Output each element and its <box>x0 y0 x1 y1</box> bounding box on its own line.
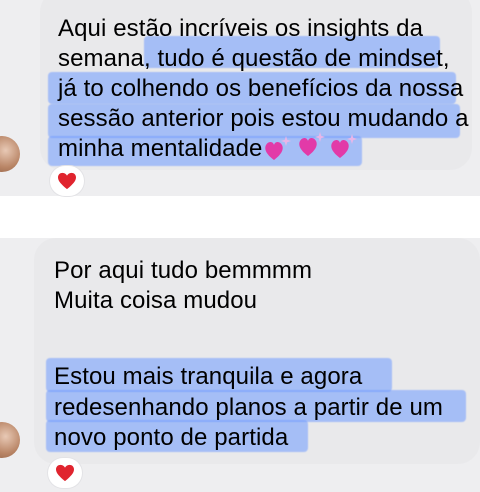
message-text-line: novo ponto de partida <box>54 424 289 451</box>
message-text-line: Por aqui tudo bemmmm <box>54 257 313 284</box>
message-text-line: semana, tudo é questão de mindset, <box>58 45 450 72</box>
message-text-line: redesenhando planos a partir de um <box>54 394 443 421</box>
message-text-line: minha mentalidade <box>58 135 263 162</box>
message-text-line: Aqui estão incríveis os insights da <box>58 15 424 42</box>
heart-icon <box>56 464 74 482</box>
message-text-line: sessão anterior pois estou mudando a <box>58 105 469 132</box>
message-text-line: Muita coisa mudou <box>54 287 258 314</box>
message-text-line: já to colhendo os benefícios da nossa <box>58 75 464 102</box>
reaction-badge[interactable] <box>50 166 84 196</box>
sparkling-heart-icon <box>331 134 357 158</box>
message-text-line: Estou mais tranquila e agora <box>54 363 363 390</box>
reaction-badge[interactable] <box>48 458 82 488</box>
sparkling-heart-icon <box>299 132 325 156</box>
sparkling-heart-icon <box>265 136 291 160</box>
heart-icon <box>58 172 76 190</box>
